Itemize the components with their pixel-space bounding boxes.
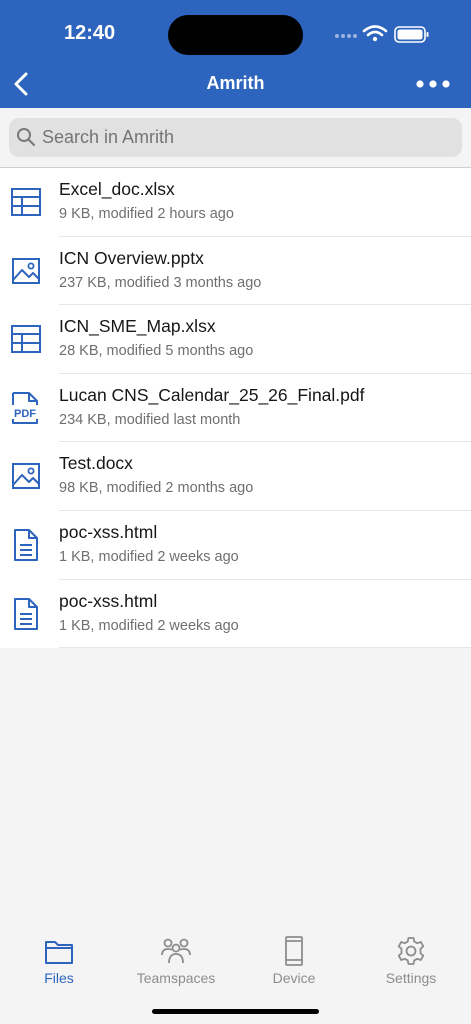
gear-icon [397, 937, 425, 965]
spreadsheet-icon [11, 188, 41, 216]
pdf-icon: PDF [12, 391, 38, 424]
file-row[interactable]: ICN Overview.pptx 237 KB, modified 3 mon… [0, 237, 471, 306]
folder-icon [45, 941, 73, 964]
file-name: ICN_SME_Map.xlsx [59, 316, 216, 337]
page-title: Amrith [206, 73, 265, 93]
file-name: poc-xss.html [59, 521, 158, 542]
tab-label: Device [272, 970, 316, 986]
more-options-button[interactable] [412, 72, 454, 96]
file-meta: 1 KB, modified 2 weeks ago [59, 617, 239, 634]
dynamic-island [168, 15, 303, 55]
file-name: ICN Overview.pptx [59, 247, 204, 268]
status-icons [335, 25, 429, 43]
search-bar [0, 108, 471, 168]
file-meta: 237 KB, modified 3 months ago [59, 274, 262, 291]
file-row[interactable]: poc-xss.html 1 KB, modified 2 weeks ago [0, 511, 471, 580]
app-header: 12:40 Amrith [0, 0, 471, 108]
more-horizontal-icon [416, 80, 450, 88]
file-meta: 234 KB, modified last month [59, 411, 241, 428]
svg-text:PDF: PDF [14, 408, 36, 420]
tab-bar: Files Teamspaces Device Settings [0, 928, 471, 998]
file-name: poc-xss.html [59, 590, 158, 611]
file-name: Excel_doc.xlsx [59, 179, 175, 199]
divider [59, 647, 471, 649]
file-row[interactable]: poc-xss.html 1 KB, modified 2 weeks ago [0, 580, 471, 649]
wifi-icon [362, 25, 388, 42]
tab-settings[interactable]: Settings [352, 928, 470, 994]
tab-teamspaces[interactable]: Teamspaces [117, 928, 235, 994]
search-icon [17, 128, 36, 147]
document-icon [14, 597, 38, 630]
tab-label: Teamspaces [136, 970, 216, 986]
search-input[interactable] [42, 127, 442, 148]
tab-label: Files [44, 970, 74, 986]
document-icon [14, 528, 38, 561]
status-time: 12:40 [64, 22, 116, 44]
tab-label: Settings [385, 970, 437, 986]
file-name: Test.docx [59, 453, 133, 474]
spreadsheet-icon [11, 325, 41, 354]
file-row[interactable]: Test.docx 98 KB, modified 2 months ago [0, 442, 471, 511]
file-name: Lucan CNS_Calendar_25_26_Final.pdf [59, 384, 365, 405]
device-icon [285, 936, 303, 966]
file-meta: 28 KB, modified 5 months ago [59, 343, 254, 360]
file-row[interactable]: PDF Lucan CNS_Calendar_25_26_Final.pdf 2… [0, 374, 471, 443]
tab-files[interactable]: Files [0, 928, 118, 994]
battery-icon [394, 26, 429, 43]
image-icon [12, 463, 40, 490]
file-row[interactable]: Excel_doc.xlsx 9 KB, modified 2 hours ag… [0, 168, 471, 237]
people-icon [161, 938, 191, 964]
image-icon [12, 257, 40, 284]
signal-icon [335, 34, 357, 38]
search-field[interactable] [9, 118, 462, 157]
file-row[interactable]: ICN_SME_Map.xlsx 28 KB, modified 5 month… [0, 305, 471, 374]
file-meta: 1 KB, modified 2 weeks ago [59, 548, 239, 565]
file-list: Excel_doc.xlsx 9 KB, modified 2 hours ag… [0, 168, 471, 649]
home-indicator [152, 1009, 319, 1014]
tab-device[interactable]: Device [235, 928, 353, 994]
file-meta: 9 KB, modified 2 hours ago [59, 206, 234, 222]
file-meta: 98 KB, modified 2 months ago [59, 480, 254, 497]
